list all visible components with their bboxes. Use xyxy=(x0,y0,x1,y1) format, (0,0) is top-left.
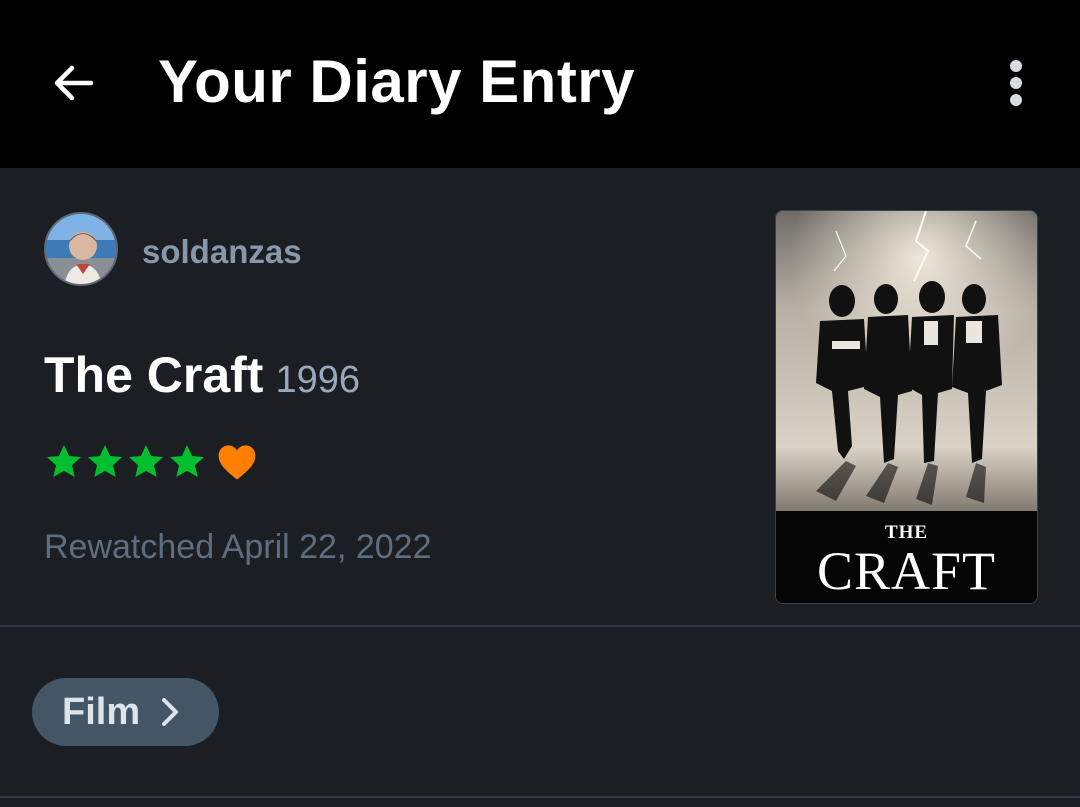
film-title[interactable]: The Craft xyxy=(44,347,263,403)
divider xyxy=(0,796,1080,798)
chevron-right-icon xyxy=(162,698,179,726)
avatar-image xyxy=(46,214,116,284)
username-link[interactable]: soldanzas xyxy=(142,230,302,274)
film-poster[interactable]: THE CRAFT xyxy=(775,210,1038,604)
more-vertical-icon xyxy=(1010,60,1022,106)
app-bar: Your Diary Entry xyxy=(0,0,1080,168)
more-options-button[interactable] xyxy=(990,52,1042,114)
back-button[interactable] xyxy=(38,50,108,116)
star-icon xyxy=(47,445,81,477)
watched-date: Rewatched April 22, 2022 xyxy=(44,528,432,566)
poster-title: THE CRAFT xyxy=(776,522,1037,601)
chip-label: Film xyxy=(62,690,141,733)
poster-title-small: THE xyxy=(884,522,929,543)
poster-title-large: CRAFT xyxy=(816,541,997,601)
film-chip-button[interactable]: Film xyxy=(32,678,219,746)
divider xyxy=(0,625,1080,627)
star-icon xyxy=(129,445,163,477)
page-title: Your Diary Entry xyxy=(158,48,636,115)
heart-icon xyxy=(218,445,256,480)
avatar[interactable] xyxy=(44,212,118,286)
star-icon xyxy=(170,445,204,477)
star-icon xyxy=(88,445,122,477)
film-year[interactable]: 1996 xyxy=(275,359,360,401)
rating-row xyxy=(44,440,258,484)
arrow-left-icon xyxy=(54,65,94,101)
film-heading: The Craft 1996 xyxy=(44,340,360,410)
